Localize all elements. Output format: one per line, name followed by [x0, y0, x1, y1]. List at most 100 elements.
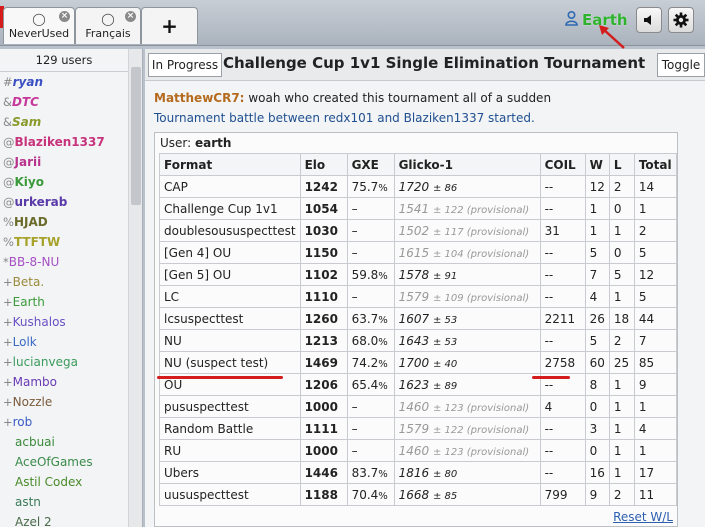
new-tab-button[interactable]: +: [141, 7, 198, 44]
user-list-item[interactable]: %TTFTW: [0, 232, 128, 252]
glicko-cell: 1615 ± 104 (provisional): [393, 241, 541, 264]
in-progress-button[interactable]: In Progress: [148, 53, 222, 77]
coil-cell: --: [539, 285, 586, 308]
losses-cell: 2: [608, 329, 635, 352]
user-list-item[interactable]: +rob: [0, 412, 128, 432]
user-list-item[interactable]: AceOfGames: [0, 452, 128, 472]
user-list-item[interactable]: +Earth: [0, 292, 128, 312]
toggle-button[interactable]: Toggle: [657, 53, 705, 77]
user-name[interactable]: BB-8-NU: [9, 255, 60, 269]
user-name[interactable]: Nozzle: [13, 395, 53, 409]
chat-bubble-icon: ◯: [101, 11, 115, 26]
chat-speaker[interactable]: MatthewCR7:: [154, 91, 244, 105]
wins-cell: 0: [584, 439, 610, 462]
user-name[interactable]: Kushalos: [13, 315, 66, 329]
user-list-item[interactable]: @urkerab: [0, 192, 128, 212]
user-list-item[interactable]: &Sam: [0, 112, 128, 132]
user-group-symbol: +: [3, 335, 13, 349]
glicko-value: 1460: [398, 399, 430, 414]
coil-cell: --: [539, 461, 586, 484]
tab-francais[interactable]: ◯ Français ×: [75, 7, 141, 44]
chat-text: woah who created this tournament all of …: [248, 91, 552, 105]
top-header: ◯ NeverUsed × ◯ Français × + Earth: [0, 0, 705, 49]
user-list-item[interactable]: %HJAD: [0, 212, 128, 232]
user-list-item[interactable]: *BB-8-NU: [0, 252, 128, 272]
user-name[interactable]: astn: [15, 495, 41, 509]
scrollbar-thumb[interactable]: [131, 67, 141, 205]
close-icon[interactable]: ×: [125, 11, 136, 22]
glicko-value: 1668: [398, 487, 430, 502]
user-list-scrollbar[interactable]: [128, 49, 142, 527]
user-group-symbol: %: [3, 215, 14, 229]
user-name[interactable]: Mambo: [13, 375, 57, 389]
user-name[interactable]: HJAD: [14, 215, 48, 229]
user-name[interactable]: acbuai: [15, 435, 55, 449]
user-name[interactable]: AceOfGames: [15, 455, 93, 469]
user-list-item[interactable]: +Nozzle: [0, 392, 128, 412]
user-name[interactable]: Blaziken1337: [15, 135, 105, 149]
user-name[interactable]: Beta.: [13, 275, 45, 289]
format-cell: Ubers: [159, 461, 301, 484]
user-list-item[interactable]: #ryan: [0, 72, 128, 92]
user-name[interactable]: lucianvega: [13, 355, 78, 369]
settings-button[interactable]: [668, 7, 694, 33]
user-list-item[interactable]: &DTC: [0, 92, 128, 112]
user-list-item[interactable]: +Lolk: [0, 332, 128, 352]
user-name[interactable]: Kiyo: [15, 175, 44, 189]
user-name[interactable]: Earth: [13, 295, 45, 309]
user-name[interactable]: ryan: [13, 75, 43, 89]
user-list-item[interactable]: @Jarii: [0, 152, 128, 172]
total-cell: 14: [633, 175, 678, 198]
user-name[interactable]: urkerab: [15, 195, 68, 209]
close-icon[interactable]: ×: [59, 11, 70, 22]
user-name[interactable]: Jarii: [15, 155, 42, 169]
user-list-item[interactable]: @Blaziken1337: [0, 132, 128, 152]
gxe-value: 59.8: [351, 267, 379, 282]
user-group-symbol: +: [3, 375, 13, 389]
format-cell: Challenge Cup 1v1: [159, 197, 301, 220]
gxe-value: 65.4: [351, 377, 379, 392]
user-name[interactable]: Sam: [12, 115, 41, 129]
glicko-cell: 1643 ± 53: [393, 329, 541, 352]
glicko-deviation: ± 80: [432, 468, 458, 480]
user-list-item[interactable]: Astil Codex: [0, 472, 128, 492]
elo-cell: 1000: [299, 439, 348, 462]
user-name[interactable]: Lolk: [13, 335, 37, 349]
user-list-item[interactable]: +Beta.: [0, 272, 128, 292]
col-total: Total: [633, 153, 678, 176]
user-list-item[interactable]: Azel 2: [0, 512, 128, 527]
elo-cell: 1054: [299, 197, 348, 220]
user-name[interactable]: rob: [13, 415, 33, 429]
user-list-item[interactable]: acbuai: [0, 432, 128, 452]
user-name[interactable]: Astil Codex: [15, 475, 82, 489]
gxe-suffix: %: [378, 380, 388, 392]
chat-message: MatthewCR7: woah who created this tourna…: [154, 91, 551, 105]
user-group-symbol: +: [3, 275, 13, 289]
wins-cell: 4: [584, 285, 610, 308]
elo-cell: 1110: [299, 285, 348, 308]
glicko-deviation: ± 85: [432, 490, 458, 502]
gxe-cell: 68.0%: [346, 329, 395, 352]
sound-button[interactable]: [636, 7, 662, 33]
user-list-item[interactable]: +Mambo: [0, 372, 128, 392]
elo-cell: 1446: [299, 461, 348, 484]
glicko-value: 1643: [398, 333, 430, 348]
user-list-item[interactable]: +Kushalos: [0, 312, 128, 332]
user-list-item[interactable]: @Kiyo: [0, 172, 128, 192]
total-cell: 1: [633, 395, 678, 418]
format-cell: NU: [159, 329, 301, 352]
glicko-cell: 1623 ± 89: [393, 373, 541, 396]
gxe-cell: 63.7%: [346, 307, 395, 330]
col-coil: COIL: [539, 153, 586, 176]
user-name[interactable]: TTFTW: [14, 235, 60, 249]
total-cell: 5: [633, 285, 678, 308]
user-list-item[interactable]: +lucianvega: [0, 352, 128, 372]
reset-wl-link[interactable]: Reset W/L: [613, 510, 673, 524]
user-name[interactable]: DTC: [12, 95, 39, 109]
user-list-item[interactable]: astn: [0, 492, 128, 512]
tab-neverused[interactable]: ◯ NeverUsed ×: [3, 7, 75, 44]
user-name[interactable]: Azel 2: [15, 515, 52, 527]
user-group-symbol: &: [3, 115, 12, 129]
table-row: [Gen 4] OU 1150– 1615 ± 104 (provisional) -…: [159, 241, 678, 264]
col-format: Format: [159, 153, 301, 176]
